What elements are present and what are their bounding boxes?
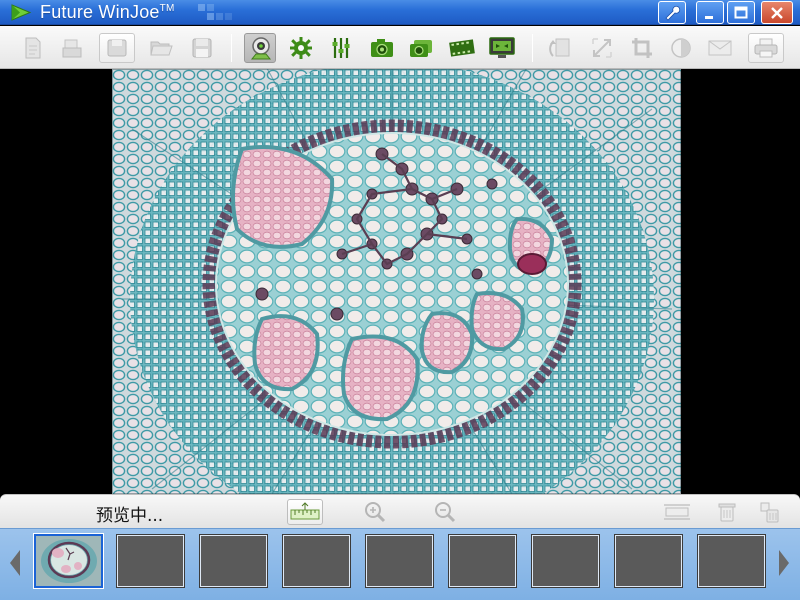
zoom-in-button[interactable] bbox=[360, 499, 390, 525]
ruler-icon bbox=[290, 502, 320, 520]
zoom-out-button[interactable] bbox=[430, 499, 460, 525]
maximize-icon bbox=[734, 6, 748, 18]
title-bar: Future WinJoeTM bbox=[0, 0, 800, 25]
thumbnail-item[interactable] bbox=[448, 534, 517, 588]
preview-status-bar: 预览中... bbox=[0, 494, 800, 528]
fit-icon bbox=[664, 504, 690, 520]
new-icon bbox=[25, 37, 41, 59]
minimize-icon bbox=[705, 15, 713, 19]
microscope-live-image bbox=[112, 69, 681, 494]
email-button[interactable] bbox=[705, 33, 735, 63]
toolbar-separator bbox=[231, 34, 232, 62]
thumbnail-item[interactable] bbox=[282, 534, 351, 588]
maximize-button[interactable] bbox=[727, 1, 755, 24]
title-decoration bbox=[198, 4, 232, 20]
contrast-button[interactable] bbox=[666, 33, 696, 63]
microscope-image bbox=[112, 69, 681, 494]
zoom-out-icon bbox=[435, 502, 456, 523]
resize-icon bbox=[592, 38, 612, 58]
delete-all-icon bbox=[760, 502, 779, 523]
scroll-left-arrow[interactable] bbox=[7, 547, 23, 579]
delete-all-button[interactable] bbox=[755, 499, 785, 525]
minimize-button[interactable] bbox=[696, 1, 724, 24]
folder-icon bbox=[150, 41, 173, 56]
app-logo-icon bbox=[11, 4, 32, 21]
resize-button[interactable] bbox=[587, 33, 617, 63]
folder-button[interactable] bbox=[146, 33, 176, 63]
delete-button[interactable] bbox=[712, 499, 742, 525]
open-button[interactable] bbox=[57, 33, 87, 63]
fit-button[interactable] bbox=[662, 499, 692, 525]
trademark: TM bbox=[159, 3, 175, 14]
save-icon bbox=[192, 38, 212, 58]
adjust-button[interactable] bbox=[326, 33, 356, 63]
display-button[interactable] bbox=[487, 33, 517, 63]
burst-capture-button[interactable] bbox=[407, 33, 437, 63]
window-title: Future WinJoeTM bbox=[40, 2, 175, 22]
sliders-icon bbox=[332, 38, 350, 58]
wrench-icon bbox=[665, 5, 681, 21]
camera-source-button[interactable] bbox=[244, 33, 276, 63]
toolbar bbox=[0, 26, 800, 69]
open-icon bbox=[62, 39, 82, 58]
settings-gear-button[interactable] bbox=[286, 33, 316, 63]
preview-status-text: 预览中... bbox=[96, 506, 164, 526]
video-camera-icon bbox=[410, 40, 432, 57]
preview-viewport bbox=[0, 69, 800, 494]
gear-icon bbox=[290, 37, 312, 59]
film-icon bbox=[449, 39, 475, 57]
thumbnail-item[interactable] bbox=[365, 534, 434, 588]
toolbar-separator bbox=[532, 34, 533, 62]
settings-button[interactable] bbox=[658, 1, 686, 24]
snapshot-button[interactable] bbox=[367, 33, 397, 63]
camera-icon bbox=[371, 39, 393, 57]
zoom-in-icon bbox=[365, 502, 386, 523]
measure-button[interactable] bbox=[287, 499, 323, 525]
thumbnail-item[interactable] bbox=[116, 534, 185, 588]
crop-icon bbox=[632, 38, 652, 58]
crop-button[interactable] bbox=[627, 33, 657, 63]
thumbnail-strip bbox=[0, 528, 800, 600]
thumbnail-item[interactable] bbox=[199, 534, 268, 588]
monitor-icon bbox=[489, 37, 515, 58]
record-video-button[interactable] bbox=[447, 33, 477, 63]
rotate-button[interactable] bbox=[546, 33, 576, 63]
thumbnail-item[interactable] bbox=[531, 534, 600, 588]
contrast-icon bbox=[671, 38, 691, 58]
close-button[interactable] bbox=[761, 1, 793, 24]
print-button[interactable] bbox=[748, 33, 784, 63]
thumbnail-item[interactable] bbox=[697, 534, 766, 588]
print-icon bbox=[754, 38, 778, 58]
camera-source-icon bbox=[250, 37, 272, 60]
new-button[interactable] bbox=[18, 33, 48, 63]
trash-icon bbox=[718, 503, 736, 522]
scroll-right-arrow[interactable] bbox=[776, 547, 792, 579]
email-icon bbox=[708, 40, 732, 56]
save-disabled-button[interactable] bbox=[99, 33, 135, 63]
close-icon bbox=[771, 6, 783, 19]
thumbnail-item[interactable] bbox=[614, 534, 683, 588]
thumbnail-item[interactable] bbox=[33, 533, 104, 589]
save-disabled-icon bbox=[107, 39, 127, 57]
thumbnail-image bbox=[36, 536, 101, 586]
rotate-icon bbox=[549, 38, 570, 57]
save-button[interactable] bbox=[187, 33, 217, 63]
